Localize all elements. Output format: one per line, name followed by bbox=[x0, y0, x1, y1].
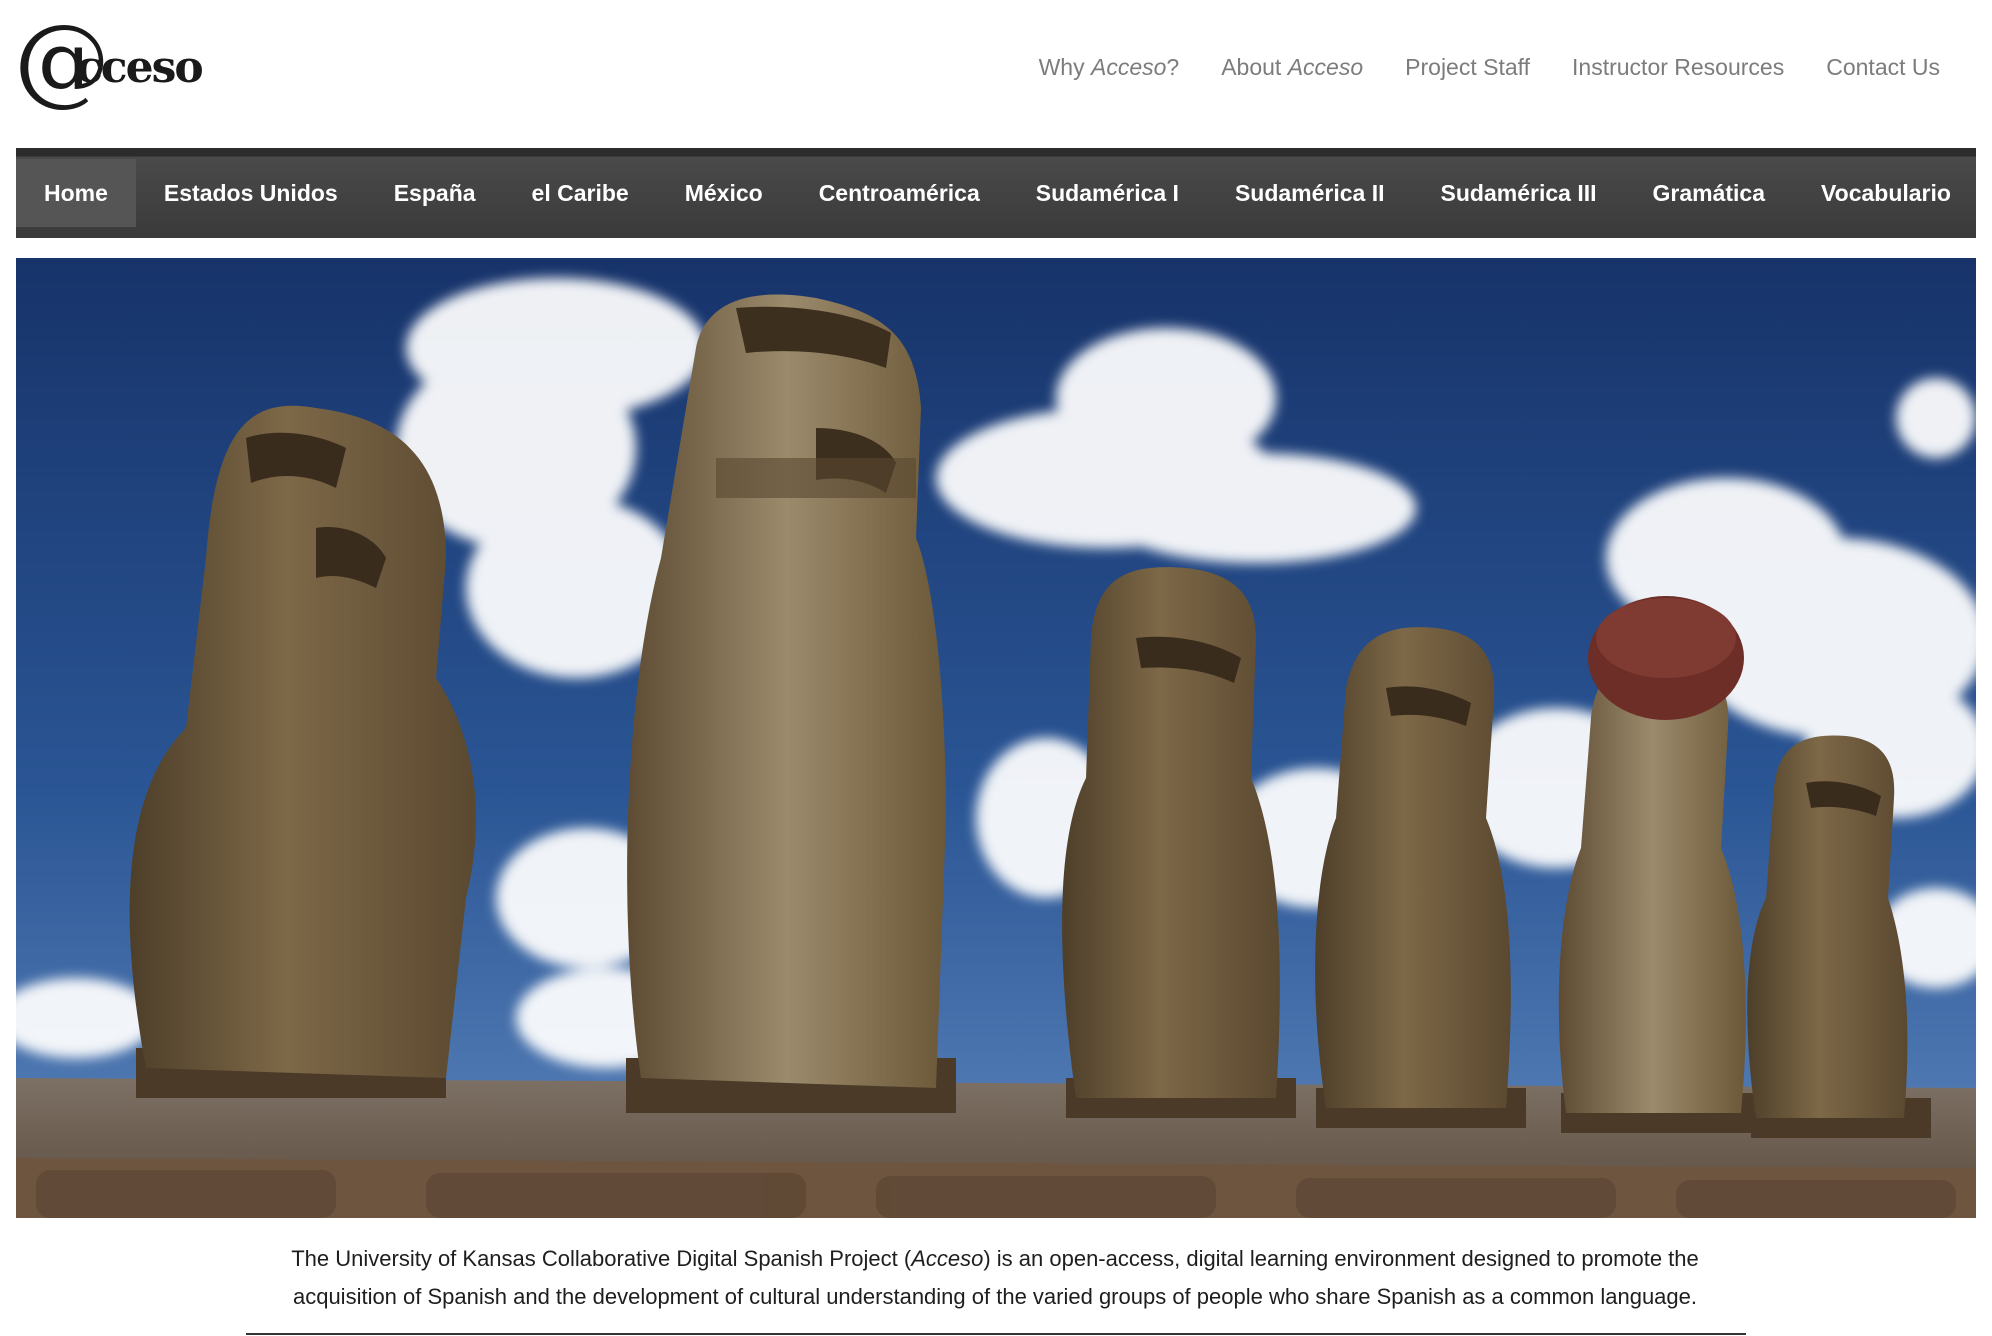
main-navigation: Home Estados Unidos España el Caribe Méx… bbox=[16, 148, 1976, 238]
top-link-why-acceso[interactable]: Why Acceso? bbox=[1039, 54, 1180, 81]
nav-item-vocabulario[interactable]: Vocabulario bbox=[1793, 159, 1979, 227]
nav-item-sudamerica-1[interactable]: Sudamérica I bbox=[1008, 159, 1207, 227]
top-link-instructor-resources[interactable]: Instructor Resources bbox=[1572, 54, 1784, 81]
nav-item-sudamerica-2[interactable]: Sudamérica II bbox=[1207, 159, 1413, 227]
nav-item-centroamerica[interactable]: Centroamérica bbox=[791, 159, 1008, 227]
intro-paragraph: The University of Kansas Collaborative D… bbox=[291, 1246, 1699, 1309]
top-link-contact-us[interactable]: Contact Us bbox=[1826, 54, 1940, 81]
page: @ cceso Why Acceso? About Acceso Project… bbox=[0, 0, 1992, 1336]
acceso-logo[interactable]: @ cceso bbox=[14, 12, 214, 108]
nav-item-espana[interactable]: España bbox=[366, 159, 504, 227]
nav-item-estados-unidos[interactable]: Estados Unidos bbox=[136, 159, 366, 227]
hero-image-moai bbox=[16, 258, 1976, 1218]
nav-item-sudamerica-3[interactable]: Sudamérica III bbox=[1413, 159, 1625, 227]
nav-item-gramatica[interactable]: Gramática bbox=[1625, 159, 1794, 227]
intro-divider bbox=[246, 1333, 1746, 1335]
logo-wordmark: cceso bbox=[76, 41, 204, 93]
top-link-about-acceso[interactable]: About Acceso bbox=[1221, 54, 1363, 81]
top-link-project-staff[interactable]: Project Staff bbox=[1405, 54, 1530, 81]
top-navigation: Why Acceso? About Acceso Project Staff I… bbox=[997, 54, 1940, 81]
nav-item-home[interactable]: Home bbox=[16, 159, 136, 227]
site-header: @ cceso Why Acceso? About Acceso Project… bbox=[0, 0, 1992, 148]
nav-item-mexico[interactable]: México bbox=[657, 159, 791, 227]
nav-item-el-caribe[interactable]: el Caribe bbox=[504, 159, 657, 227]
main-nav-items: Home Estados Unidos España el Caribe Méx… bbox=[16, 159, 1979, 227]
